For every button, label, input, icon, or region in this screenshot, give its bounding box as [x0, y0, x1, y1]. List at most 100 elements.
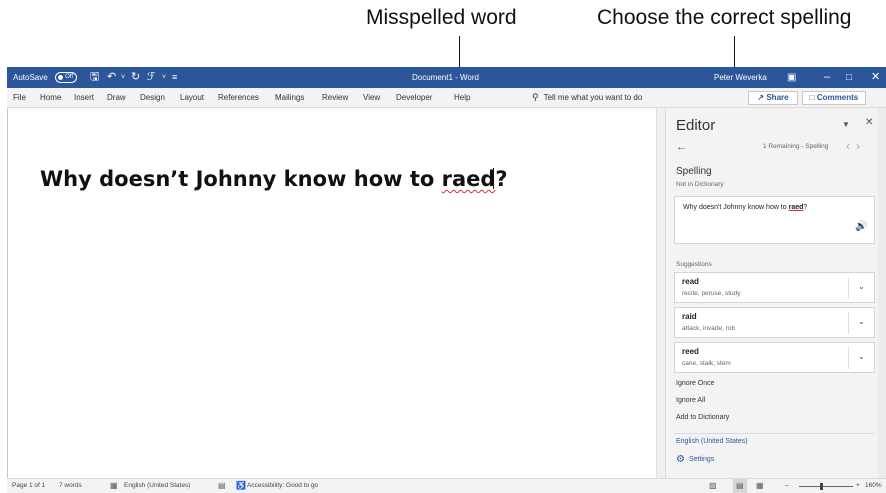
proofing-icon[interactable]: ▦	[110, 479, 118, 493]
print-layout-icon[interactable]: ▤	[733, 479, 747, 493]
accessibility-status[interactable]: Accessibility: Good to go	[247, 479, 318, 493]
read-mode-icon[interactable]: ▧	[709, 479, 717, 493]
issue-nav: ‹›	[846, 139, 866, 153]
touch-mode-icon[interactable]: ℱ	[147, 67, 156, 88]
tab-review[interactable]: Review	[322, 88, 348, 107]
close-icon[interactable]: ✕	[871, 67, 880, 88]
tab-help[interactable]: Help	[454, 88, 470, 107]
gear-icon: ⚙	[676, 454, 685, 465]
document-title: Document1 - Word	[412, 73, 479, 82]
share-icon: ↗	[757, 93, 765, 102]
tab-developer[interactable]: Developer	[396, 88, 432, 107]
add-to-dictionary-button[interactable]: Add to Dictionary	[676, 414, 729, 421]
read-aloud-icon[interactable]: 🔊	[855, 221, 867, 232]
touch-mode-dropdown-icon[interactable]: ˅	[162, 67, 166, 88]
tab-view[interactable]: View	[363, 88, 380, 107]
settings-link[interactable]: ⚙ Settings	[676, 454, 714, 465]
undo-icon[interactable]: ↶	[107, 67, 116, 88]
ignore-once-button[interactable]: Ignore Once	[676, 380, 715, 387]
tab-home[interactable]: Home	[40, 88, 61, 107]
chevron-down-icon[interactable]: ⌄	[858, 352, 865, 361]
context-sentence: Why doesn't Johnny know how to raed?	[683, 204, 807, 211]
suggestion-item[interactable]: reed cane, stalk, stem ⌄	[674, 342, 875, 373]
suggestion-word: read	[682, 277, 699, 286]
zoom-in-button[interactable]: +	[856, 479, 860, 493]
suggestion-item[interactable]: read recite, peruse, study ⌄	[674, 272, 875, 303]
redo-icon[interactable]: ↻	[131, 67, 140, 88]
sentence-end: ?	[495, 167, 508, 191]
misspelled-word[interactable]: raed	[442, 167, 496, 191]
tab-mailings[interactable]: Mailings	[275, 88, 304, 107]
tab-file[interactable]: File	[13, 88, 26, 107]
tab-design[interactable]: Design	[140, 88, 165, 107]
tab-insert[interactable]: Insert	[74, 88, 94, 107]
document-scrollbar[interactable]	[656, 108, 665, 478]
tell-me-label: Tell me what you want to do	[543, 93, 643, 102]
word-count[interactable]: 7 words	[59, 479, 82, 493]
context-misspelled-word: raed	[788, 204, 804, 211]
page-count[interactable]: Page 1 of 1	[12, 479, 45, 493]
context-box: Why doesn't Johnny know how to raed? 🔊	[674, 196, 875, 244]
remaining-count: 1 Remaining - Spelling	[763, 143, 829, 150]
zoom-slider[interactable]	[799, 486, 853, 487]
section-heading: Spelling	[676, 166, 712, 177]
sentence-text: Why doesn’t Johnny know how to	[40, 167, 442, 191]
suggestion-synonyms: recite, peruse, study	[682, 290, 741, 297]
back-arrow-icon[interactable]: ←	[676, 141, 687, 153]
comments-label: Comments	[816, 93, 859, 102]
web-layout-icon[interactable]: ▦	[756, 479, 764, 493]
editor-scrollbar[interactable]	[878, 108, 886, 478]
context-text: Why doesn't Johnny know how to	[683, 204, 789, 211]
context-end: ?	[803, 204, 808, 211]
search-icon: ⚲	[532, 92, 539, 102]
tab-draw[interactable]: Draw	[107, 88, 126, 107]
zoom-level[interactable]: 160%	[865, 479, 882, 493]
ribbon-tabs: File Home Insert Draw Design Layout Refe…	[7, 88, 886, 108]
pane-options-icon[interactable]: ▼	[842, 120, 850, 129]
tab-layout[interactable]: Layout	[180, 88, 204, 107]
suggestion-synonyms: cane, stalk, stem	[682, 360, 731, 367]
chevron-down-icon[interactable]: ⌄	[858, 317, 865, 326]
document-sentence[interactable]: Why doesn’t Johnny know how to raed?	[40, 167, 508, 191]
document-canvas[interactable]: Why doesn’t Johnny know how to raed?	[7, 108, 663, 478]
undo-dropdown-icon[interactable]: ˅	[121, 67, 125, 88]
suggestion-word: reed	[682, 347, 699, 356]
chevron-down-icon[interactable]: ⌄	[858, 282, 865, 291]
accessibility-icon[interactable]: ♿	[236, 479, 246, 493]
customize-qat-icon[interactable]: ≡	[172, 67, 177, 88]
share-label: Share	[766, 93, 789, 102]
previous-issue-icon[interactable]: ‹	[846, 139, 856, 153]
status-language[interactable]: English (United States)	[124, 479, 190, 493]
pane-close-icon[interactable]: ✕	[865, 117, 873, 128]
suggestions-label: Suggestions	[676, 261, 712, 268]
divider	[848, 277, 849, 299]
save-icon[interactable]: 🖫	[90, 67, 99, 88]
editor-pane: Editor ▼ ✕ ← 1 Remaining - Spelling ‹› S…	[665, 108, 886, 478]
zoom-slider-thumb[interactable]	[820, 483, 823, 490]
comments-button[interactable]: □ Comments	[802, 91, 866, 105]
callout-misspelled-word: Misspelled word	[366, 6, 517, 29]
zoom-out-button[interactable]: –	[785, 479, 789, 493]
suggestion-synonyms: attack, invade, rob	[682, 325, 736, 332]
proofing-language-link[interactable]: English (United States)	[676, 438, 748, 445]
autosave-toggle[interactable]: Off	[55, 72, 77, 83]
share-button[interactable]: ↗ Share	[748, 91, 798, 105]
suggestion-word: raid	[682, 312, 697, 321]
settings-label: Settings	[688, 456, 715, 463]
tell-me-search[interactable]: ⚲ Tell me what you want to do	[532, 88, 642, 107]
divider	[674, 433, 875, 434]
minimize-icon[interactable]: –	[824, 67, 830, 88]
suggestion-item[interactable]: raid attack, invade, rob ⌄	[674, 307, 875, 338]
next-issue-icon[interactable]: ›	[856, 139, 866, 153]
user-name[interactable]: Peter Weverka	[714, 67, 767, 88]
autosave-label: AutoSave	[13, 73, 48, 82]
tab-references[interactable]: References	[218, 88, 259, 107]
text-predictions-icon[interactable]: ▤	[218, 479, 226, 493]
ignore-all-button[interactable]: Ignore All	[676, 397, 705, 404]
divider	[848, 312, 849, 334]
title-bar: AutoSave Off 🖫 ↶ ˅ ↻ ℱ ˅ ≡ Document1 - W…	[7, 67, 886, 88]
maximize-icon[interactable]: □	[846, 67, 852, 88]
ribbon-display-options-icon[interactable]: ▣	[787, 67, 796, 88]
callout-choose-spelling: Choose the correct spelling	[597, 6, 852, 29]
comment-icon: □	[809, 93, 815, 102]
